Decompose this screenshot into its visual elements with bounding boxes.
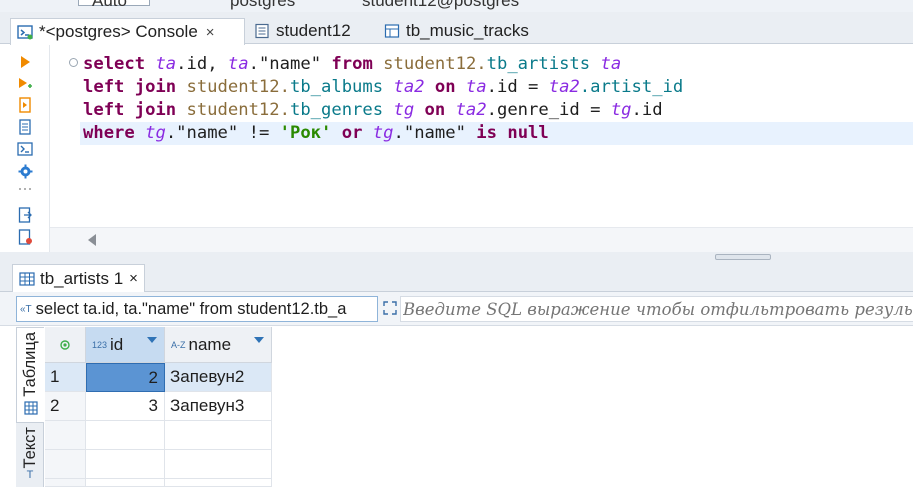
tab-table-view-label: Таблица xyxy=(21,332,39,397)
empty-cell xyxy=(165,479,272,487)
close-icon[interactable]: × xyxy=(129,270,138,287)
tab-table-view[interactable]: Таблица xyxy=(16,327,44,423)
console-icon xyxy=(17,24,33,40)
text-icon: T xyxy=(26,468,34,481)
export-icon[interactable] xyxy=(17,207,33,223)
tab-student12-label: student12 xyxy=(276,21,351,40)
numeric-type-icon: 123 xyxy=(92,339,108,350)
row-selector-icon xyxy=(60,339,70,350)
column-header-name[interactable]: A-Z name xyxy=(165,327,272,363)
tab-text-view[interactable]: Текст T xyxy=(16,427,44,487)
editor-action-gutter xyxy=(0,45,50,252)
active-connection-label[interactable]: postgres xyxy=(230,0,295,11)
sort-arrow-icon[interactable] xyxy=(147,337,157,343)
empty-cell xyxy=(165,421,272,450)
tab-console-label: *<postgres> Console xyxy=(39,22,198,41)
filter-bar: «T select ta.id, ta."name" from student1… xyxy=(0,292,913,326)
filter-input[interactable] xyxy=(401,299,913,319)
row-number-cell[interactable]: 2 xyxy=(45,392,86,421)
column-header-id[interactable]: 123 id xyxy=(86,327,165,363)
empty-cell xyxy=(86,421,165,450)
fold-marker-icon[interactable] xyxy=(69,58,78,67)
cell-name[interactable]: Запевун2 xyxy=(165,363,272,392)
expand-icon[interactable] xyxy=(383,301,397,318)
empty-cell xyxy=(86,450,165,479)
execute-statement-icon[interactable] xyxy=(17,54,33,70)
sql-line-4-current: where tg."name" != 'Рок' or tg."name" is… xyxy=(80,122,913,145)
grid-icon xyxy=(23,401,38,415)
execute-script-icon[interactable] xyxy=(17,97,33,113)
execute-script-new-tabs-icon[interactable] xyxy=(17,119,33,135)
row-number-cell[interactable]: 1 xyxy=(45,363,86,392)
new-script-icon[interactable] xyxy=(17,229,33,245)
panel-splitter[interactable] xyxy=(0,252,913,262)
tab-tb-music-tracks-label: tb_music_tracks xyxy=(406,21,529,40)
presentation-side-tabs: Таблица Текст T xyxy=(16,327,44,487)
editor-horizontal-scrollbar[interactable] xyxy=(50,227,913,252)
tab-results-label: tb_artists 1 xyxy=(40,268,124,288)
cell-name[interactable]: Запевун3 xyxy=(165,392,272,421)
tab-text-view-label: Текст xyxy=(20,427,39,469)
text-type-icon: A-Z xyxy=(171,339,186,350)
execute-in-new-tab-icon[interactable] xyxy=(17,76,33,92)
autocommit-combo-value: Auto xyxy=(92,0,127,10)
sql-editor[interactable]: select ta.id, ta."name" from student12.t… xyxy=(50,45,913,227)
schema-icon xyxy=(254,23,270,39)
explain-plan-icon[interactable] xyxy=(17,141,33,157)
splitter-grip-icon[interactable] xyxy=(715,254,771,260)
filter-input-wrapper xyxy=(400,296,913,322)
tab-tb-music-tracks[interactable]: tb_music_tracks xyxy=(378,18,529,44)
editor-tab-bar: *<postgres> Console × student12 tb_music… xyxy=(0,12,913,45)
results-tab-bar: tb_artists 1 × xyxy=(0,262,913,292)
cell-id[interactable]: 3 xyxy=(86,392,165,421)
empty-row-number-cell xyxy=(45,421,86,450)
row-number-header[interactable] xyxy=(45,327,86,363)
close-icon[interactable]: × xyxy=(206,24,215,41)
results-grid[interactable]: 123 id A-Z name 1 2 Запевун2 2 3 Запевун… xyxy=(45,327,913,487)
sort-arrow-icon[interactable] xyxy=(254,337,264,343)
sql-line-3: left join student12.tb_genres tg on ta2.… xyxy=(83,100,663,120)
sql-line-1: select ta.id, ta."name" from student12.t… xyxy=(83,54,622,74)
text-cursor-icon: «T xyxy=(20,303,32,315)
main-toolbar: Auto postgres student12@postgres xyxy=(0,0,913,12)
tab-console[interactable]: *<postgres> Console × xyxy=(10,18,245,45)
empty-cell xyxy=(165,450,272,479)
tab-student12[interactable]: student12 xyxy=(248,18,351,44)
source-query-box[interactable]: «T select ta.id, ta."name" from student1… xyxy=(16,296,378,322)
gear-icon[interactable] xyxy=(17,163,33,179)
empty-cell xyxy=(86,479,165,487)
table-icon xyxy=(384,23,400,39)
grid-icon xyxy=(19,271,35,286)
tab-results-tb-artists[interactable]: tb_artists 1 × xyxy=(12,264,145,292)
active-database-label[interactable]: student12@postgres xyxy=(362,0,519,11)
sql-line-2: left join student12.tb_albums ta2 on ta.… xyxy=(83,77,684,97)
separator-dots-icon xyxy=(17,185,33,193)
scroll-left-icon[interactable] xyxy=(88,234,96,246)
empty-row-number-cell xyxy=(45,450,86,479)
source-query-text: select ta.id, ta."name" from student12.t… xyxy=(35,299,347,318)
column-header-name-label: name xyxy=(188,334,232,354)
cell-id[interactable]: 2 xyxy=(86,363,165,392)
column-header-id-label: id xyxy=(110,334,124,354)
empty-row-number-cell xyxy=(45,479,86,487)
